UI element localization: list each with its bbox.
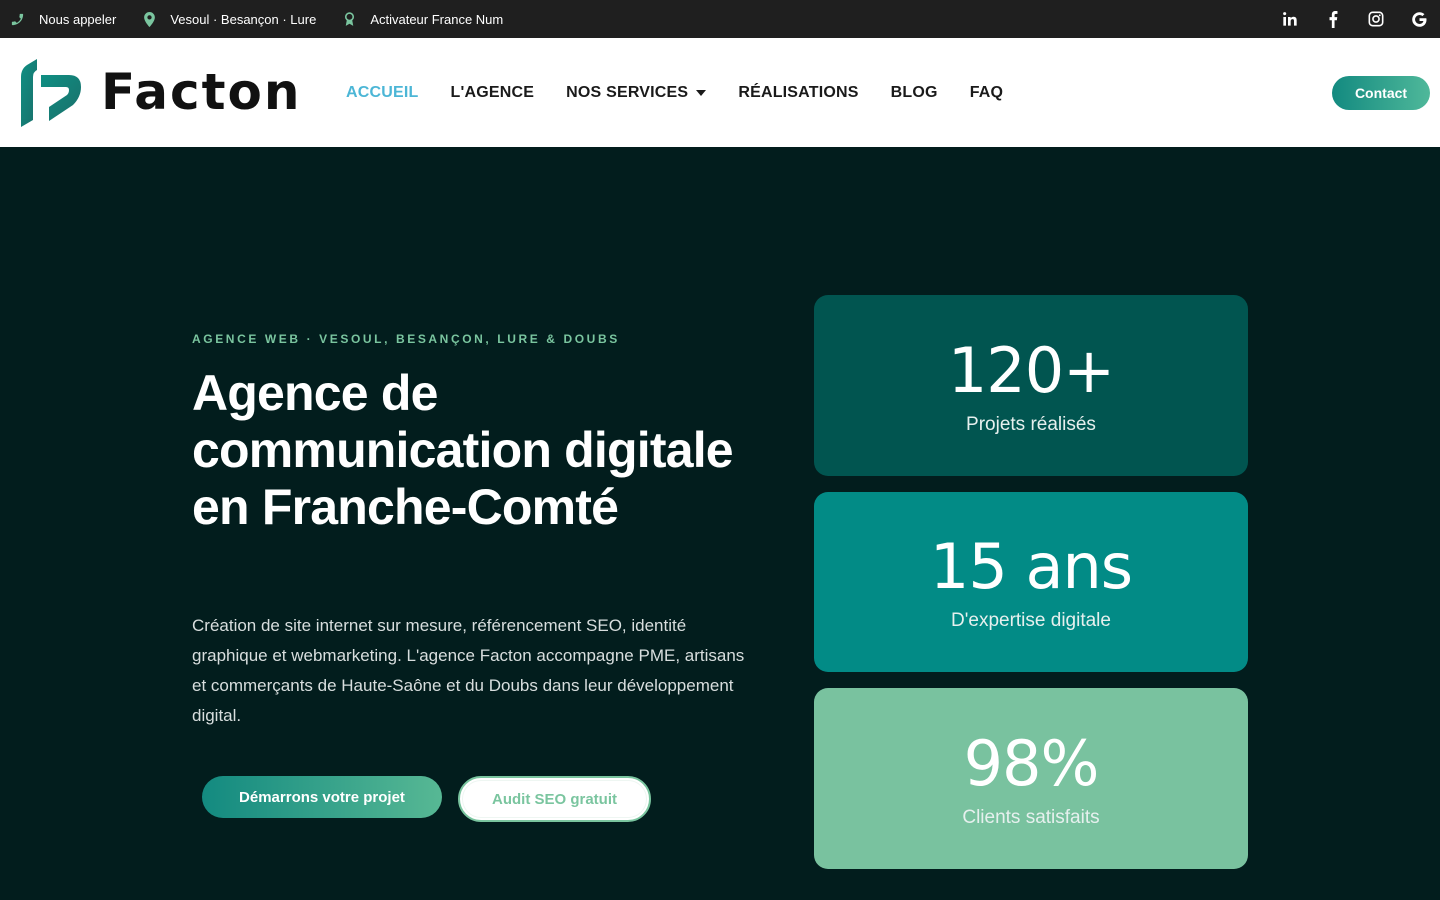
map-pin-icon [144, 11, 156, 27]
nav-item-services-label: NOS SERVICES [566, 83, 689, 101]
logo[interactable]: Facton [19, 57, 301, 127]
nav-item-agence[interactable]: L'AGENCE [451, 84, 535, 102]
location-label: Vesoul · Besançon · Lure [170, 11, 317, 27]
stat-label: Projets réalisés [966, 413, 1096, 435]
stat-card-experience: 15 ans D'expertise digitale [814, 492, 1248, 672]
nav-item-blog[interactable]: BLOG [891, 84, 938, 102]
hero-title: Agence de communication digitale en Fran… [192, 365, 734, 535]
location-info: Vesoul · Besançon · Lure [143, 11, 317, 27]
phone-link[interactable]: Nous appeler [10, 12, 116, 27]
nav-item-accueil[interactable]: ACCUEIL [346, 84, 419, 102]
facebook-link[interactable] [1322, 8, 1344, 30]
nav-item-services[interactable]: NOS SERVICES [566, 83, 707, 102]
hero-kicker: AGENCE WEB · VESOUL, BESANÇON, LURE & DO… [192, 332, 620, 346]
phone-label: Nous appeler [39, 11, 117, 27]
stat-card-satisfaction: 98% Clients satisfaits [814, 688, 1248, 869]
caret-down-icon [696, 89, 707, 96]
hero-section: AGENCE WEB · VESOUL, BESANÇON, LURE & DO… [0, 147, 1440, 900]
hero-description: Création de site internet sur mesure, ré… [192, 616, 745, 725]
google-icon [1411, 11, 1427, 27]
social-links [1258, 8, 1430, 30]
start-project-button[interactable]: Démarrons votre projet [202, 776, 442, 818]
contact-button[interactable]: Contact [1332, 76, 1430, 110]
nav-item-realisations[interactable]: RÉALISATIONS [738, 84, 858, 102]
google-link[interactable] [1408, 8, 1430, 30]
instagram-icon [1368, 11, 1384, 27]
stat-card-projects: 120+ Projets réalisés [814, 295, 1248, 476]
seo-audit-button[interactable]: Audit SEO gratuit [458, 776, 651, 822]
nav-item-faq[interactable]: FAQ [970, 84, 1004, 102]
stat-value: 98% [963, 726, 1100, 800]
facebook-icon [1329, 10, 1338, 28]
badge-label: Activateur France Num [370, 11, 504, 27]
badge-info: Activateur France Num [343, 12, 503, 27]
stat-value: 120+ [947, 333, 1115, 407]
logo-text: Facton [101, 63, 302, 121]
linkedin-icon [1283, 12, 1297, 26]
instagram-link[interactable] [1365, 8, 1387, 30]
top-bar: Nous appeler Vesoul · Besançon · Lure Ac… [0, 0, 1440, 38]
site-header: Facton ACCUEIL L'AGENCE NOS SERVICES RÉA… [0, 38, 1440, 147]
main-nav: ACCUEIL L'AGENCE NOS SERVICES RÉALISATIO… [346, 38, 1035, 147]
stat-label: Clients satisfaits [962, 806, 1100, 828]
facton-logo-icon [21, 59, 81, 127]
seo-audit-button-border [462, 780, 647, 818]
linkedin-link[interactable] [1279, 8, 1301, 30]
phone-icon [11, 13, 24, 25]
top-bar-contact-info: Nous appeler Vesoul · Besançon · Lure Ac… [10, 11, 530, 27]
stat-label: D'expertise digitale [951, 610, 1111, 631]
stat-value: 15 ans [929, 530, 1133, 603]
award-icon [345, 11, 355, 26]
